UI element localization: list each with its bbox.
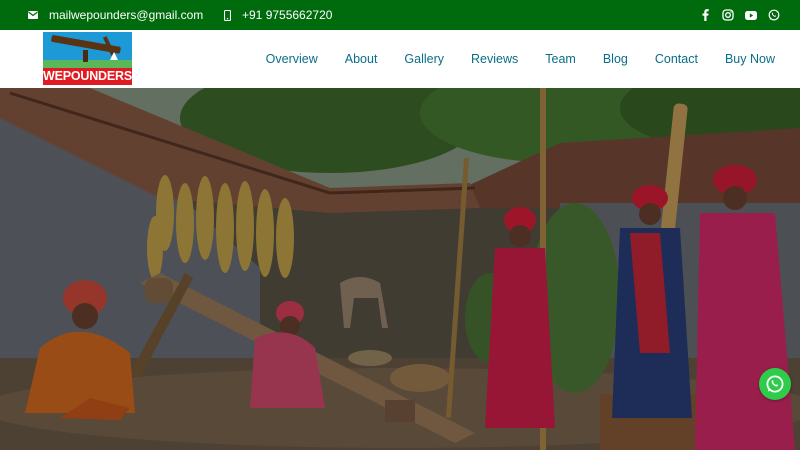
top-contact-bar: mailwepounders@gmail.com +91 9755662720 [0,0,800,30]
nav-contact[interactable]: Contact [655,52,698,66]
main-navigation: Overview About Gallery Reviews Team Blog… [266,30,775,88]
youtube-icon[interactable] [745,9,757,21]
social-links [699,0,780,30]
mobile-phone-icon [224,9,231,21]
envelope-icon [28,11,38,19]
nav-overview[interactable]: Overview [266,52,318,66]
logo-pestle-illustration [43,32,132,68]
nav-about[interactable]: About [345,52,378,66]
phone-text[interactable]: +91 9755662720 [242,8,332,22]
nav-team[interactable]: Team [545,52,576,66]
whatsapp-icon[interactable] [768,9,780,21]
brand-logo[interactable]: WEPOUNDERS [43,32,132,85]
facebook-icon[interactable] [699,9,711,21]
instagram-icon[interactable] [722,9,734,21]
nav-reviews[interactable]: Reviews [471,52,518,66]
nav-blog[interactable]: Blog [603,52,628,66]
email-text[interactable]: mailwepounders@gmail.com [49,8,203,22]
logo-wordmark: WEPOUNDERS [43,68,132,85]
whatsapp-icon [766,375,784,393]
phone-contact[interactable]: +91 9755662720 [224,0,332,30]
nav-buy-now[interactable]: Buy Now [725,52,775,66]
hero-village-scene [0,88,800,450]
nav-gallery[interactable]: Gallery [404,52,444,66]
email-contact[interactable]: mailwepounders@gmail.com [28,0,203,30]
site-header: WEPOUNDERS Overview About Gallery Review… [0,30,800,88]
hero-image [0,88,800,450]
floating-whatsapp-button[interactable] [759,368,791,400]
